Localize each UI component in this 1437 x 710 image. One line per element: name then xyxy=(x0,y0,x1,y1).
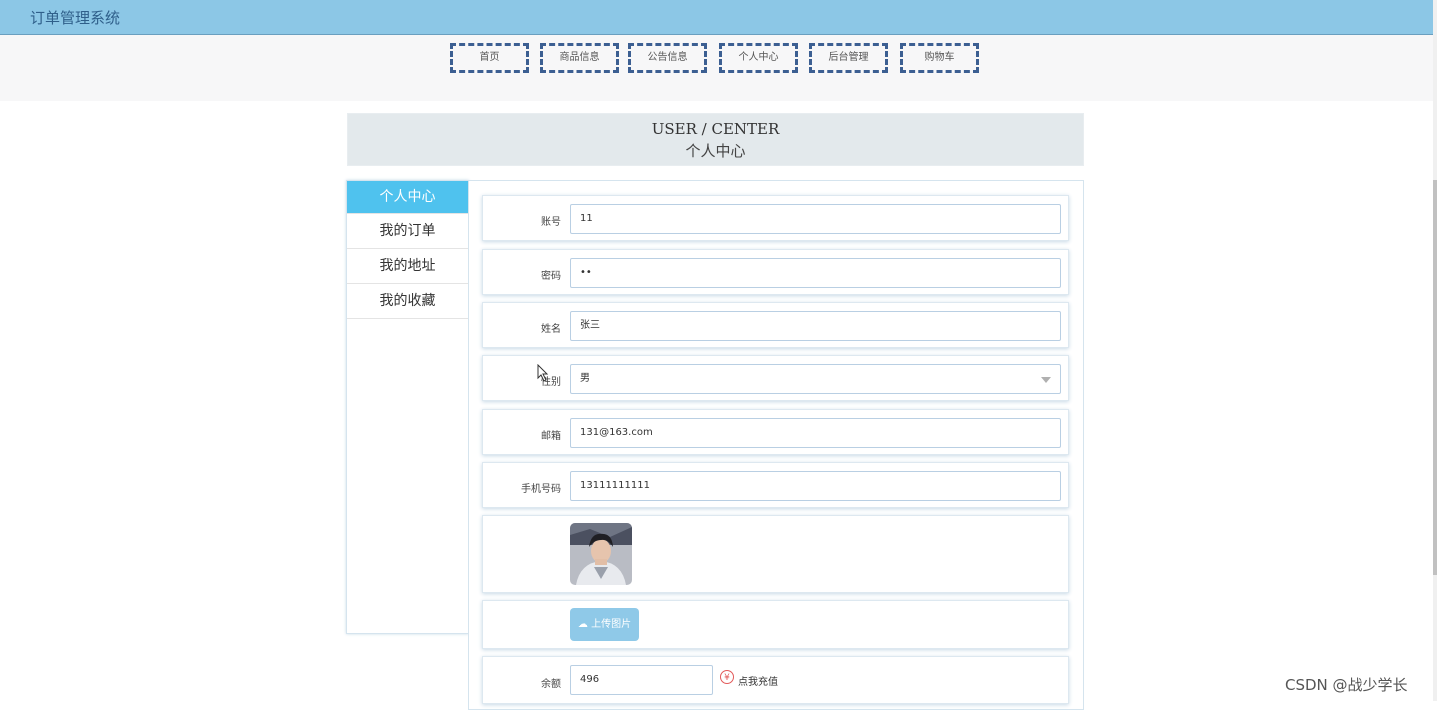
name-input[interactable]: 张三 xyxy=(570,311,1061,341)
name-row: 姓名 张三 xyxy=(482,302,1069,348)
email-label: 邮箱 xyxy=(541,431,561,442)
nav-personal-center[interactable]: 个人中心 xyxy=(719,43,798,73)
avatar xyxy=(570,523,632,585)
account-row: 账号 11 xyxy=(482,195,1069,241)
gender-select[interactable]: 男 xyxy=(570,364,1061,394)
phone-label: 手机号码 xyxy=(521,484,561,495)
balance-input[interactable]: 496 xyxy=(570,665,713,695)
account-input[interactable]: 11 xyxy=(570,204,1061,234)
account-label: 账号 xyxy=(541,217,561,228)
nav-products[interactable]: 商品信息 xyxy=(540,43,619,73)
nav-admin[interactable]: 后台管理 xyxy=(809,43,888,73)
email-row: 邮箱 131@163.com xyxy=(482,409,1069,455)
balance-label: 余额 xyxy=(541,679,561,690)
nav-notices[interactable]: 公告信息 xyxy=(628,43,707,73)
gender-select-value: 男 xyxy=(580,373,590,384)
upload-image-button[interactable]: ☁ 上传图片 xyxy=(570,608,639,641)
phone-row: 手机号码 13111111111 xyxy=(482,462,1069,508)
nav-bar: 首页 商品信息 公告信息 个人中心 后台管理 购物车 xyxy=(0,35,1433,101)
upload-button-label: 上传图片 xyxy=(591,619,632,630)
sidebar-item-my-address[interactable]: 我的地址 xyxy=(347,249,468,284)
nav-home[interactable]: 首页 xyxy=(450,43,529,73)
email-input[interactable]: 131@163.com xyxy=(570,418,1061,448)
password-label: 密码 xyxy=(541,271,561,282)
sidebar-item-my-orders[interactable]: 我的订单 xyxy=(347,214,468,249)
sidebar: 个人中心 我的订单 我的地址 我的收藏 xyxy=(346,180,469,634)
watermark: CSDN @战少学长 xyxy=(1285,676,1408,694)
gender-label: 性别 xyxy=(541,377,561,388)
upload-row: ☁ 上传图片 xyxy=(482,600,1069,649)
sidebar-item-my-favorites[interactable]: 我的收藏 xyxy=(347,284,468,319)
chevron-down-icon xyxy=(1041,377,1051,383)
gender-row: 性别 男 xyxy=(482,355,1069,401)
sidebar-item-personal-center[interactable]: 个人中心 xyxy=(347,181,468,214)
nav-cart[interactable]: 购物车 xyxy=(900,43,979,73)
phone-input[interactable]: 13111111111 xyxy=(570,471,1061,501)
name-label: 姓名 xyxy=(541,324,561,335)
yen-icon[interactable]: ¥ xyxy=(720,670,734,684)
balance-row: 余额 496 ¥ 点我充值 xyxy=(482,656,1069,704)
recharge-link[interactable]: 点我充值 xyxy=(738,673,778,688)
top-bar: 订单管理系统 xyxy=(0,0,1433,35)
app-title: 订单管理系统 xyxy=(30,9,121,27)
banner-title-en: USER / CENTER xyxy=(651,120,780,138)
mouse-cursor-icon xyxy=(537,364,549,382)
scrollbar-thumb[interactable] xyxy=(1433,180,1437,575)
page-banner: USER / CENTER 个人中心 xyxy=(347,113,1084,166)
avatar-row xyxy=(482,515,1069,593)
password-row: 密码 •• xyxy=(482,249,1069,295)
banner-title-cn: 个人中心 xyxy=(685,142,746,160)
password-input[interactable]: •• xyxy=(570,258,1061,288)
cloud-upload-icon: ☁ xyxy=(577,619,588,630)
